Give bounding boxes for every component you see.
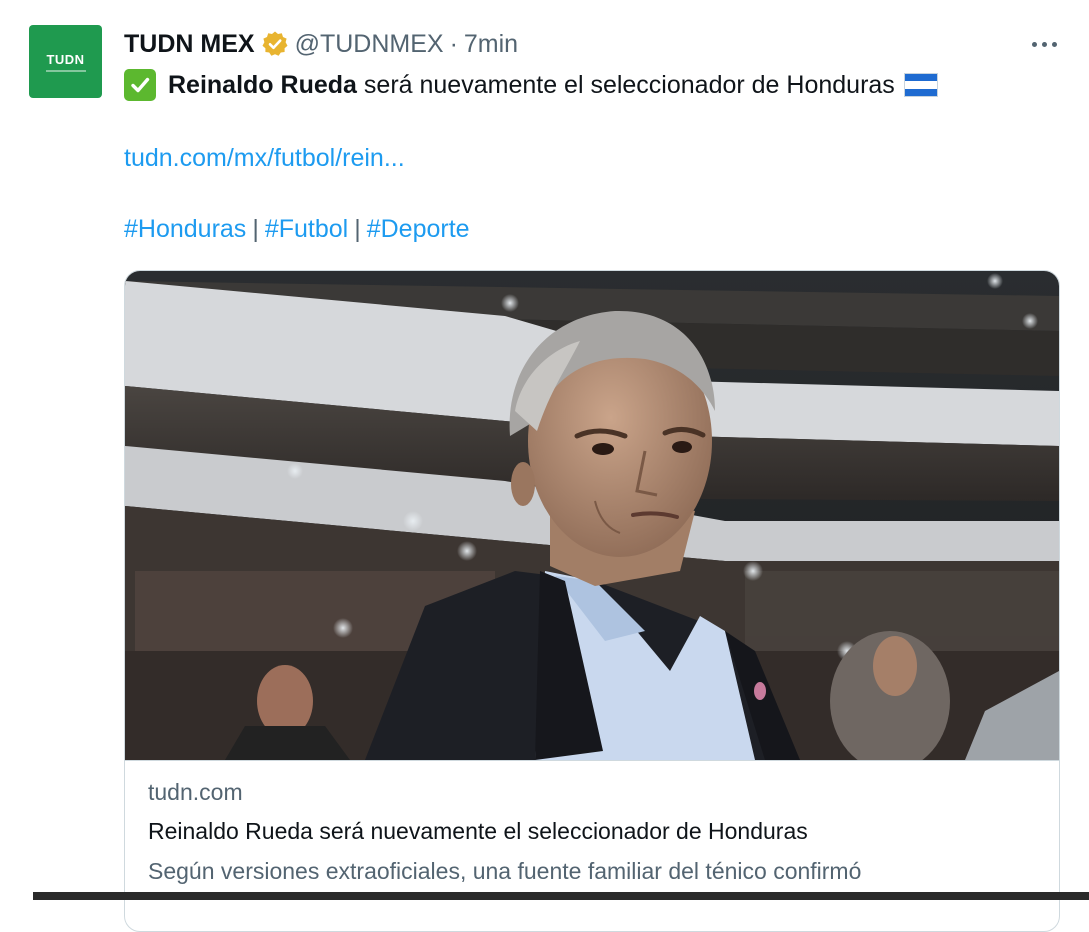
avatar-underline [45,69,86,72]
check-mark-icon [124,69,156,101]
hashtag-honduras[interactable]: #Honduras [124,215,246,244]
tweet-header: TUDN MEX @TUDNMEX · 7min [124,26,518,62]
hashtag-separator: | [252,214,259,243]
more-dot-icon [1041,41,1047,47]
link-preview-card[interactable]: tudn.com Reinaldo Rueda será nuevamente … [124,270,1060,932]
author-handle[interactable]: @TUDNMEX [295,30,444,59]
more-dot-icon [1031,41,1037,47]
tweet-text: Reinaldo Rueda será nuevamente el selecc… [124,67,938,103]
hashtag-futbol[interactable]: #Futbol [265,215,348,244]
card-info[interactable]: tudn.com Reinaldo Rueda será nuevamente … [125,760,1059,931]
header-separator: · [449,29,458,58]
more-options-button[interactable] [1026,30,1062,58]
honduras-flag-icon [903,73,938,97]
hashtag-deporte[interactable]: #Deporte [367,215,470,244]
card-domain: tudn.com [148,779,243,805]
card-photo[interactable] [125,271,1059,760]
tweet-bold-name: Reinaldo Rueda [168,70,357,99]
bottom-edge-bar [33,892,1089,900]
tweet-headline: será nuevamente el seleccionador de Hond… [363,70,895,99]
author-name[interactable]: TUDN MEX [124,30,255,59]
card-description: Según versiones extraoficiales, una fuen… [148,858,862,884]
avatar[interactable]: TUDN [29,25,102,98]
tweet[interactable]: TUDN TUDN MEX @TUDNMEX · 7min Reinaldo R… [0,0,1089,932]
avatar-label: TUDN [46,51,85,67]
more-dot-icon [1051,41,1057,47]
hashtag-separator: | [354,214,361,243]
article-link[interactable]: tudn.com/mx/futbol/rein... [124,144,405,173]
timestamp[interactable]: 7min [464,30,518,59]
card-title: Reinaldo Rueda será nuevamente el selecc… [148,818,808,844]
tweet-link-row: tudn.com/mx/futbol/rein... [124,140,405,176]
verified-badge-icon [261,30,289,58]
hashtag-row: #Honduras | #Futbol | #Deporte [124,211,470,247]
